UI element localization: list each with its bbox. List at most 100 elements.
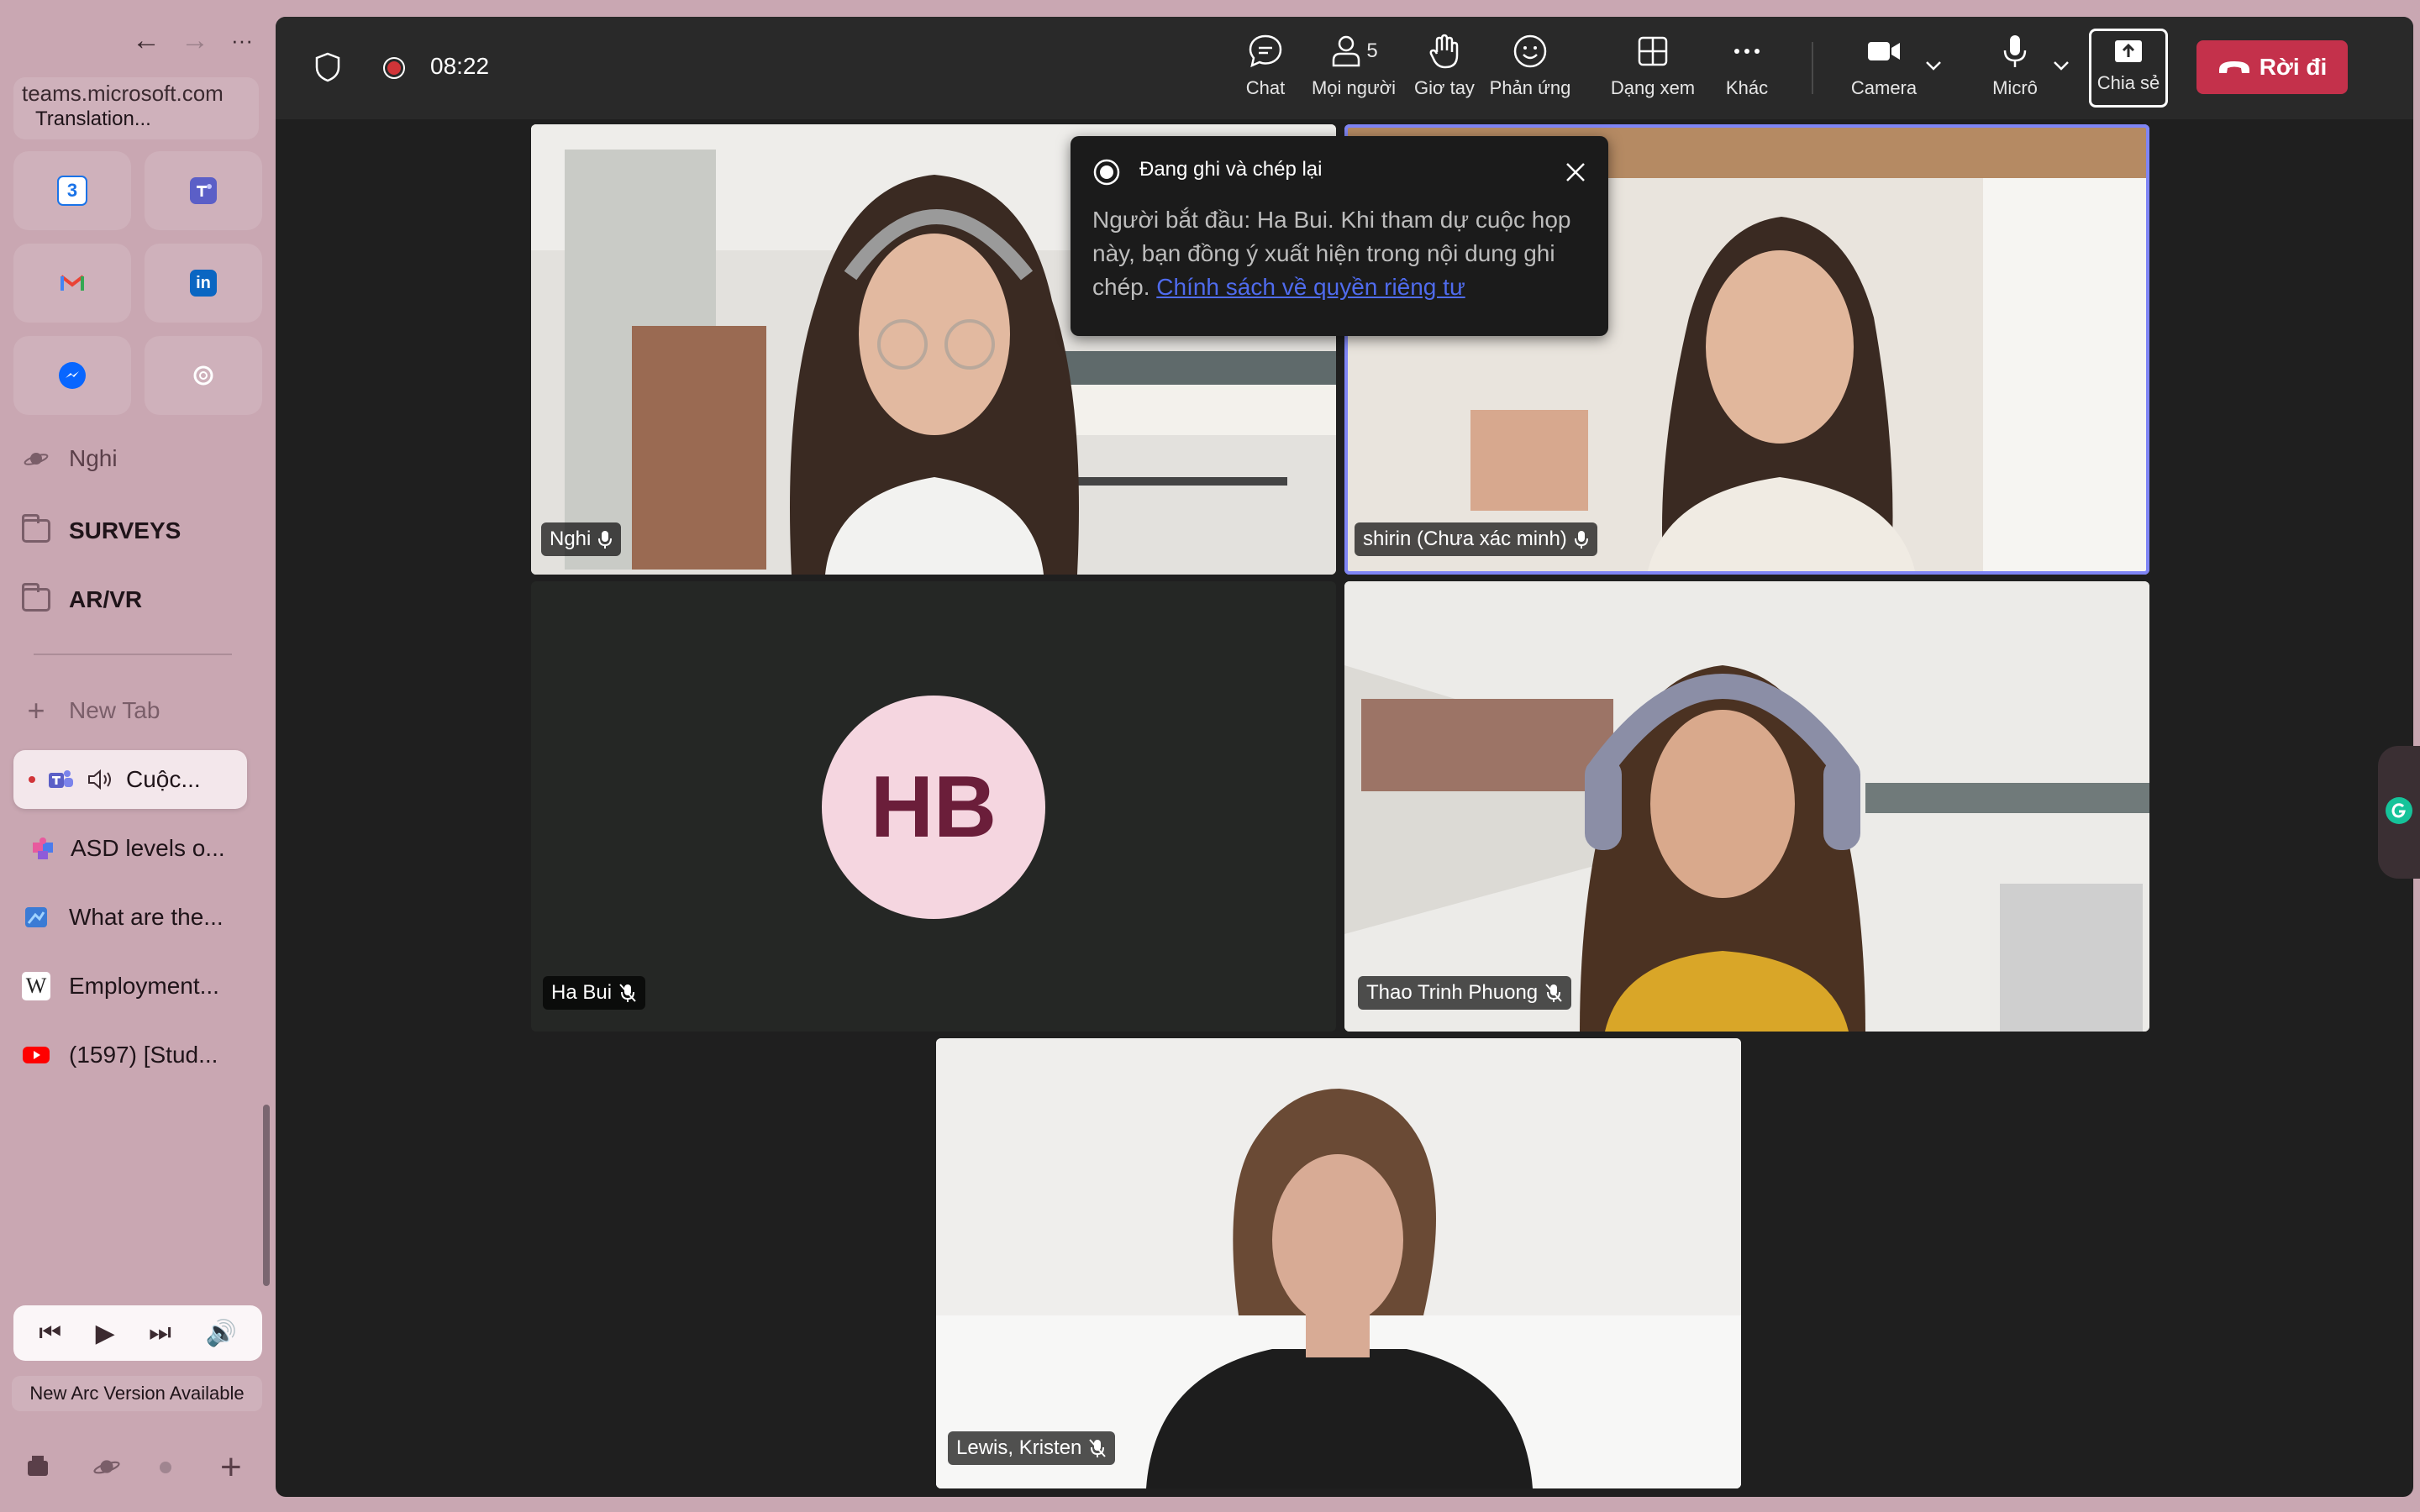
meeting-toolbar: 08:22 Chat 5 Mọi người Giơ tay Phản ứng … xyxy=(276,17,2413,119)
planet-icon xyxy=(22,444,50,473)
people-button[interactable]: 5 Mọi người xyxy=(1307,32,1400,113)
favorite-messenger[interactable] xyxy=(13,336,131,415)
wikipedia-icon: W xyxy=(22,972,50,1000)
youtube-icon xyxy=(22,1041,50,1069)
favorite-calendar[interactable]: 3 xyxy=(13,151,131,230)
view-button[interactable]: Dạng xem xyxy=(1607,32,1699,113)
meeting-timer: 08:22 xyxy=(430,53,490,79)
raise-hand-button[interactable]: Giơ tay xyxy=(1407,32,1482,113)
mic-button[interactable]: Micrô xyxy=(1975,32,2055,113)
recording-notice-title: Đang ghi và chép lại xyxy=(1139,158,1323,181)
avatar: HB xyxy=(822,696,1045,919)
chatgpt-icon xyxy=(190,362,217,389)
folder-icon xyxy=(22,514,50,545)
update-notice[interactable]: New Arc Version Available xyxy=(12,1376,262,1411)
browser-sidebar: ← → ··· teams.microsoft.com Translation.… xyxy=(0,0,274,1512)
tab-label: What are the... xyxy=(69,904,224,930)
tab-label: Cuộc... xyxy=(126,766,201,792)
folder-icon xyxy=(22,583,50,614)
shield-icon[interactable] xyxy=(314,52,341,87)
new-tab-label: New Tab xyxy=(69,697,160,723)
tab-youtube[interactable]: (1597) [Stud... xyxy=(22,1032,218,1079)
share-button-content[interactable]: Chia sẻ xyxy=(2091,35,2166,116)
participant-name-tag: shirin (Chưa xác minh) xyxy=(1355,522,1597,556)
favorite-linkedin[interactable]: in xyxy=(145,244,262,323)
space-label[interactable]: Nghi xyxy=(22,435,118,482)
grammarly-widget[interactable] xyxy=(2378,746,2420,879)
favorite-chatgpt[interactable] xyxy=(145,336,262,415)
next-track-icon[interactable]: ⏭ xyxy=(149,1319,171,1347)
play-icon[interactable]: ▶ xyxy=(96,1319,115,1348)
folder-surveys[interactable]: SURVEYS xyxy=(22,507,181,554)
chat-icon xyxy=(1249,34,1282,68)
people-icon xyxy=(1333,35,1360,67)
favorite-gmail[interactable] xyxy=(13,244,131,323)
recording-icon xyxy=(1092,158,1121,191)
mic-icon xyxy=(2003,35,2027,67)
react-button[interactable]: Phản ứng xyxy=(1484,32,1576,113)
participant-name-tag: Thao Trinh Phuong xyxy=(1358,976,1572,1010)
toolbar-divider xyxy=(1812,42,1813,94)
leave-button[interactable]: Rời đi xyxy=(2196,40,2348,94)
close-icon[interactable] xyxy=(1563,160,1588,189)
speaker-icon[interactable] xyxy=(87,765,116,794)
add-space-icon[interactable]: + xyxy=(220,1446,242,1488)
privacy-policy-link[interactable]: Chính sách về quyền riêng tư xyxy=(1156,274,1465,300)
grid-view-icon xyxy=(1638,36,1668,66)
video-tile-ha-bui[interactable]: HB Ha Bui xyxy=(531,581,1336,1032)
volume-icon[interactable]: 🔊 xyxy=(205,1319,236,1348)
forward-arrow-icon[interactable]: → xyxy=(176,22,213,59)
camera-button[interactable]: Camera xyxy=(1833,32,1934,113)
planet-icon[interactable] xyxy=(92,1453,121,1484)
recording-dot-icon xyxy=(29,776,35,783)
folder-label: AR/VR xyxy=(69,586,143,612)
media-controls: ⏮ ▶ ⏭ 🔊 xyxy=(13,1305,262,1361)
page-icon xyxy=(22,903,50,932)
calendar-icon: 3 xyxy=(57,176,87,206)
tab-employment[interactable]: W Employment... xyxy=(22,963,219,1010)
more-icon[interactable]: ··· xyxy=(224,22,260,59)
chat-button[interactable]: Chat xyxy=(1228,32,1302,113)
plus-icon: + xyxy=(27,693,45,727)
teams-meeting-window: 08:22 Chat 5 Mọi người Giơ tay Phản ứng … xyxy=(276,17,2413,1497)
camera-icon xyxy=(1868,42,1900,60)
mic-muted-icon xyxy=(1545,984,1562,1002)
hang-up-icon xyxy=(2218,61,2249,73)
more-button[interactable]: Khác xyxy=(1712,32,1781,113)
grammarly-icon xyxy=(2385,796,2413,829)
tab-asd-levels[interactable]: ASD levels o... xyxy=(29,825,225,872)
recording-icon xyxy=(381,55,407,85)
tab-label: Employment... xyxy=(69,973,219,999)
favorite-teams[interactable] xyxy=(145,151,262,230)
space-dot-icon[interactable] xyxy=(160,1462,171,1473)
participant-name-tag: Ha Bui xyxy=(543,976,646,1010)
linkedin-icon: in xyxy=(190,270,217,297)
mic-muted-icon xyxy=(1089,1439,1107,1457)
camera-options-chevron-down-icon[interactable] xyxy=(1923,57,1944,78)
folder-arvr[interactable]: AR/VR xyxy=(22,576,142,623)
recording-notice-body: Người bắt đầu: Ha Bui. Khi tham dự cuộc … xyxy=(1092,207,1571,300)
folder-label: SURVEYS xyxy=(69,517,182,543)
tab-what-are-the[interactable]: What are the... xyxy=(22,894,224,941)
mic-icon xyxy=(1574,531,1588,549)
recording-notice: Đang ghi và chép lại Người bắt đầu: Ha B… xyxy=(1071,136,1608,336)
video-tile-kristen[interactable]: Lewis, Kristen xyxy=(936,1038,1741,1488)
video-feed xyxy=(1344,581,2149,1032)
participant-count: 5 xyxy=(1366,39,1378,62)
tab-teams-meeting[interactable]: Cuộc... xyxy=(29,756,201,803)
mic-muted-icon xyxy=(619,984,636,1002)
tab-label: ASD levels o... xyxy=(71,835,225,861)
video-tile-thao[interactable]: Thao Trinh Phuong xyxy=(1344,581,2149,1032)
tab-label: (1597) [Stud... xyxy=(69,1042,218,1068)
previous-track-icon[interactable]: ⏮ xyxy=(39,1319,61,1347)
new-tab-button[interactable]: + New Tab xyxy=(22,687,160,734)
archive-icon[interactable] xyxy=(25,1453,50,1485)
video-feed xyxy=(936,1038,1741,1488)
mic-icon xyxy=(598,531,613,549)
page-title: Translation... xyxy=(35,108,151,130)
sidebar-scrollbar[interactable] xyxy=(263,1105,270,1286)
back-arrow-icon[interactable]: ← xyxy=(128,22,165,59)
sidebar-divider xyxy=(34,654,232,655)
more-icon xyxy=(1734,49,1760,54)
mic-options-chevron-down-icon[interactable] xyxy=(2050,57,2072,78)
